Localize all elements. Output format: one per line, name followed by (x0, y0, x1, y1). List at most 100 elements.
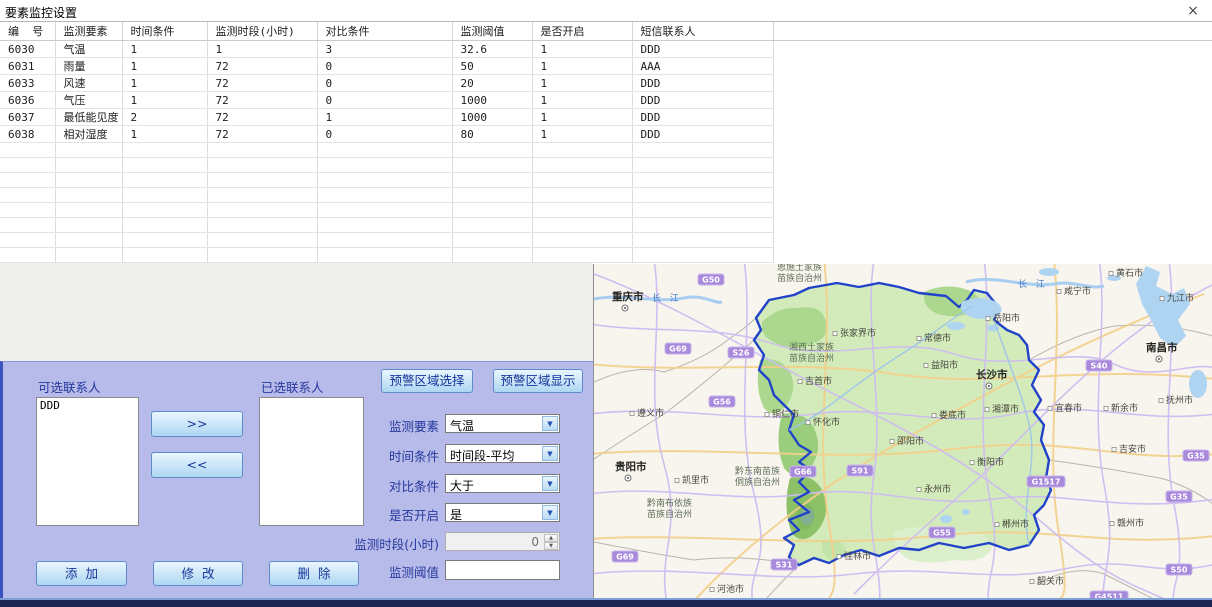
table-cell: 6037 (0, 109, 55, 126)
table-cell (122, 143, 207, 158)
table-row[interactable]: 6031雨量1720501AAA (0, 58, 773, 75)
table-cell (632, 218, 773, 233)
svg-text:衡阳市: 衡阳市 (977, 456, 1004, 468)
table-cell (452, 203, 532, 218)
chevron-down-icon[interactable]: ▼ (542, 505, 558, 520)
column-header[interactable]: 对比条件 (317, 22, 452, 41)
compare-condition-dropdown[interactable]: 大于 ▼ (445, 474, 560, 493)
column-header[interactable]: 监测阈值 (452, 22, 532, 41)
table-cell: 20 (452, 75, 532, 92)
selected-contacts-label: 已选联系人 (261, 377, 324, 396)
table-cell: 1 (122, 41, 207, 58)
spin-up-icon[interactable]: ▲ (544, 534, 558, 542)
table-cell (122, 218, 207, 233)
table-cell: 0 (317, 58, 452, 75)
svg-text:新余市: 新余市 (1111, 402, 1138, 414)
spin-down-icon[interactable]: ▼ (544, 542, 558, 550)
table-cell (532, 158, 632, 173)
svg-text:郴州市: 郴州市 (1002, 518, 1029, 530)
table-cell (0, 173, 55, 188)
table-row[interactable]: 6037最低能见度272110001DDD (0, 109, 773, 126)
table-cell (632, 158, 773, 173)
modify-button[interactable]: 修 改 (153, 561, 243, 586)
svg-text:苗族自治州: 苗族自治州 (777, 272, 822, 284)
table-cell: 最低能见度 (55, 109, 122, 126)
empty-table-row (0, 248, 773, 263)
move-right-button[interactable]: >> (151, 411, 243, 437)
column-header[interactable]: 监测要素 (55, 22, 122, 41)
svg-text:九江市: 九江市 (1167, 292, 1194, 304)
table-cell: 1 (532, 41, 632, 58)
table-cell (632, 203, 773, 218)
close-icon[interactable]: × (1182, 2, 1204, 20)
svg-text:邵阳市: 邵阳市 (897, 435, 924, 447)
table-cell: 72 (207, 92, 317, 109)
list-item[interactable]: DDD (40, 399, 135, 412)
table-cell: 3 (317, 41, 452, 58)
table-cell (317, 188, 452, 203)
svg-text:G35: G35 (1187, 452, 1205, 461)
table-cell: 72 (207, 75, 317, 92)
table-row[interactable]: 6030气温11332.61DDD (0, 41, 773, 58)
table-cell: 2 (122, 109, 207, 126)
svg-text:S50: S50 (1171, 566, 1188, 575)
threshold-input[interactable] (445, 560, 560, 580)
table-cell: 0 (317, 75, 452, 92)
svg-text:G1517: G1517 (1032, 478, 1061, 487)
monitor-grid: 编 号监测要素时间条件监测时段(小时)对比条件监测阈值是否开启短信联系人 603… (0, 22, 774, 263)
svg-text:G56: G56 (713, 398, 731, 407)
table-cell: 50 (452, 58, 532, 75)
table-row[interactable]: 6038相对湿度1720801DDD (0, 126, 773, 143)
period-spinner[interactable]: 0 ▲ ▼ (445, 532, 560, 551)
available-contacts-listbox[interactable]: DDD (36, 397, 139, 526)
column-header[interactable]: 是否开启 (532, 22, 632, 41)
table-cell (317, 173, 452, 188)
table-header-row: 编 号监测要素时间条件监测时段(小时)对比条件监测阈值是否开启短信联系人 (0, 22, 773, 41)
table-cell (122, 173, 207, 188)
road-badge: S40 (1086, 360, 1112, 371)
road-badge: G56 (709, 396, 735, 407)
table-row[interactable]: 6033风速1720201DDD (0, 75, 773, 92)
title-bar: 要素监控设置 × (0, 0, 1212, 22)
column-header[interactable]: 监测时段(小时) (207, 22, 317, 41)
map-label-district: 黔南布依族苗族自治州 (647, 497, 692, 520)
table-cell (207, 188, 317, 203)
table-cell: 1 (532, 92, 632, 109)
table-cell (55, 203, 122, 218)
table-cell (0, 143, 55, 158)
warning-area-select-button[interactable]: 预警区域选择 (381, 369, 473, 393)
column-header[interactable]: 时间条件 (122, 22, 207, 41)
table-cell (317, 203, 452, 218)
chevron-down-icon[interactable]: ▼ (542, 476, 558, 491)
svg-text:桂林市: 桂林市 (844, 550, 871, 562)
time-condition-dropdown[interactable]: 时间段-平均 ▼ (445, 444, 560, 463)
chevron-down-icon[interactable]: ▼ (542, 416, 558, 431)
table-cell (532, 233, 632, 248)
svg-text:常德市: 常德市 (924, 332, 951, 344)
svg-text:G50: G50 (702, 276, 720, 285)
table-cell (452, 158, 532, 173)
column-header[interactable]: 编 号 (0, 22, 55, 41)
chevron-down-icon[interactable]: ▼ (542, 446, 558, 461)
column-header[interactable]: 短信联系人 (632, 22, 773, 41)
svg-text:贵阳市: 贵阳市 (615, 460, 647, 473)
element-label: 监测要素 (389, 416, 439, 435)
map-canvas[interactable]: 重庆市贵阳市长沙市南昌市遵义市铜仁市吉首市张家界市怀化市常德市益阳市岳阳市湘潭市… (593, 264, 1212, 607)
enabled-dropdown[interactable]: 是 ▼ (445, 503, 560, 522)
add-button[interactable]: 添 加 (36, 561, 127, 586)
element-dropdown[interactable]: 气温 ▼ (445, 414, 560, 433)
empty-gap (0, 263, 593, 361)
warning-area-show-button[interactable]: 预警区域显示 (493, 369, 583, 393)
table-cell (55, 173, 122, 188)
table-cell (532, 143, 632, 158)
time-condition-value: 时间段-平均 (450, 447, 514, 464)
move-left-button[interactable]: << (151, 452, 243, 478)
table-cell: 风速 (55, 75, 122, 92)
svg-text:S26: S26 (733, 349, 750, 358)
table-cell (317, 248, 452, 263)
table-row[interactable]: 6036气压172010001DDD (0, 92, 773, 109)
svg-text:湘潭市: 湘潭市 (992, 403, 1019, 415)
svg-text:咸宁市: 咸宁市 (1064, 285, 1091, 297)
table-cell (452, 173, 532, 188)
road-badge: G50 (698, 274, 724, 285)
